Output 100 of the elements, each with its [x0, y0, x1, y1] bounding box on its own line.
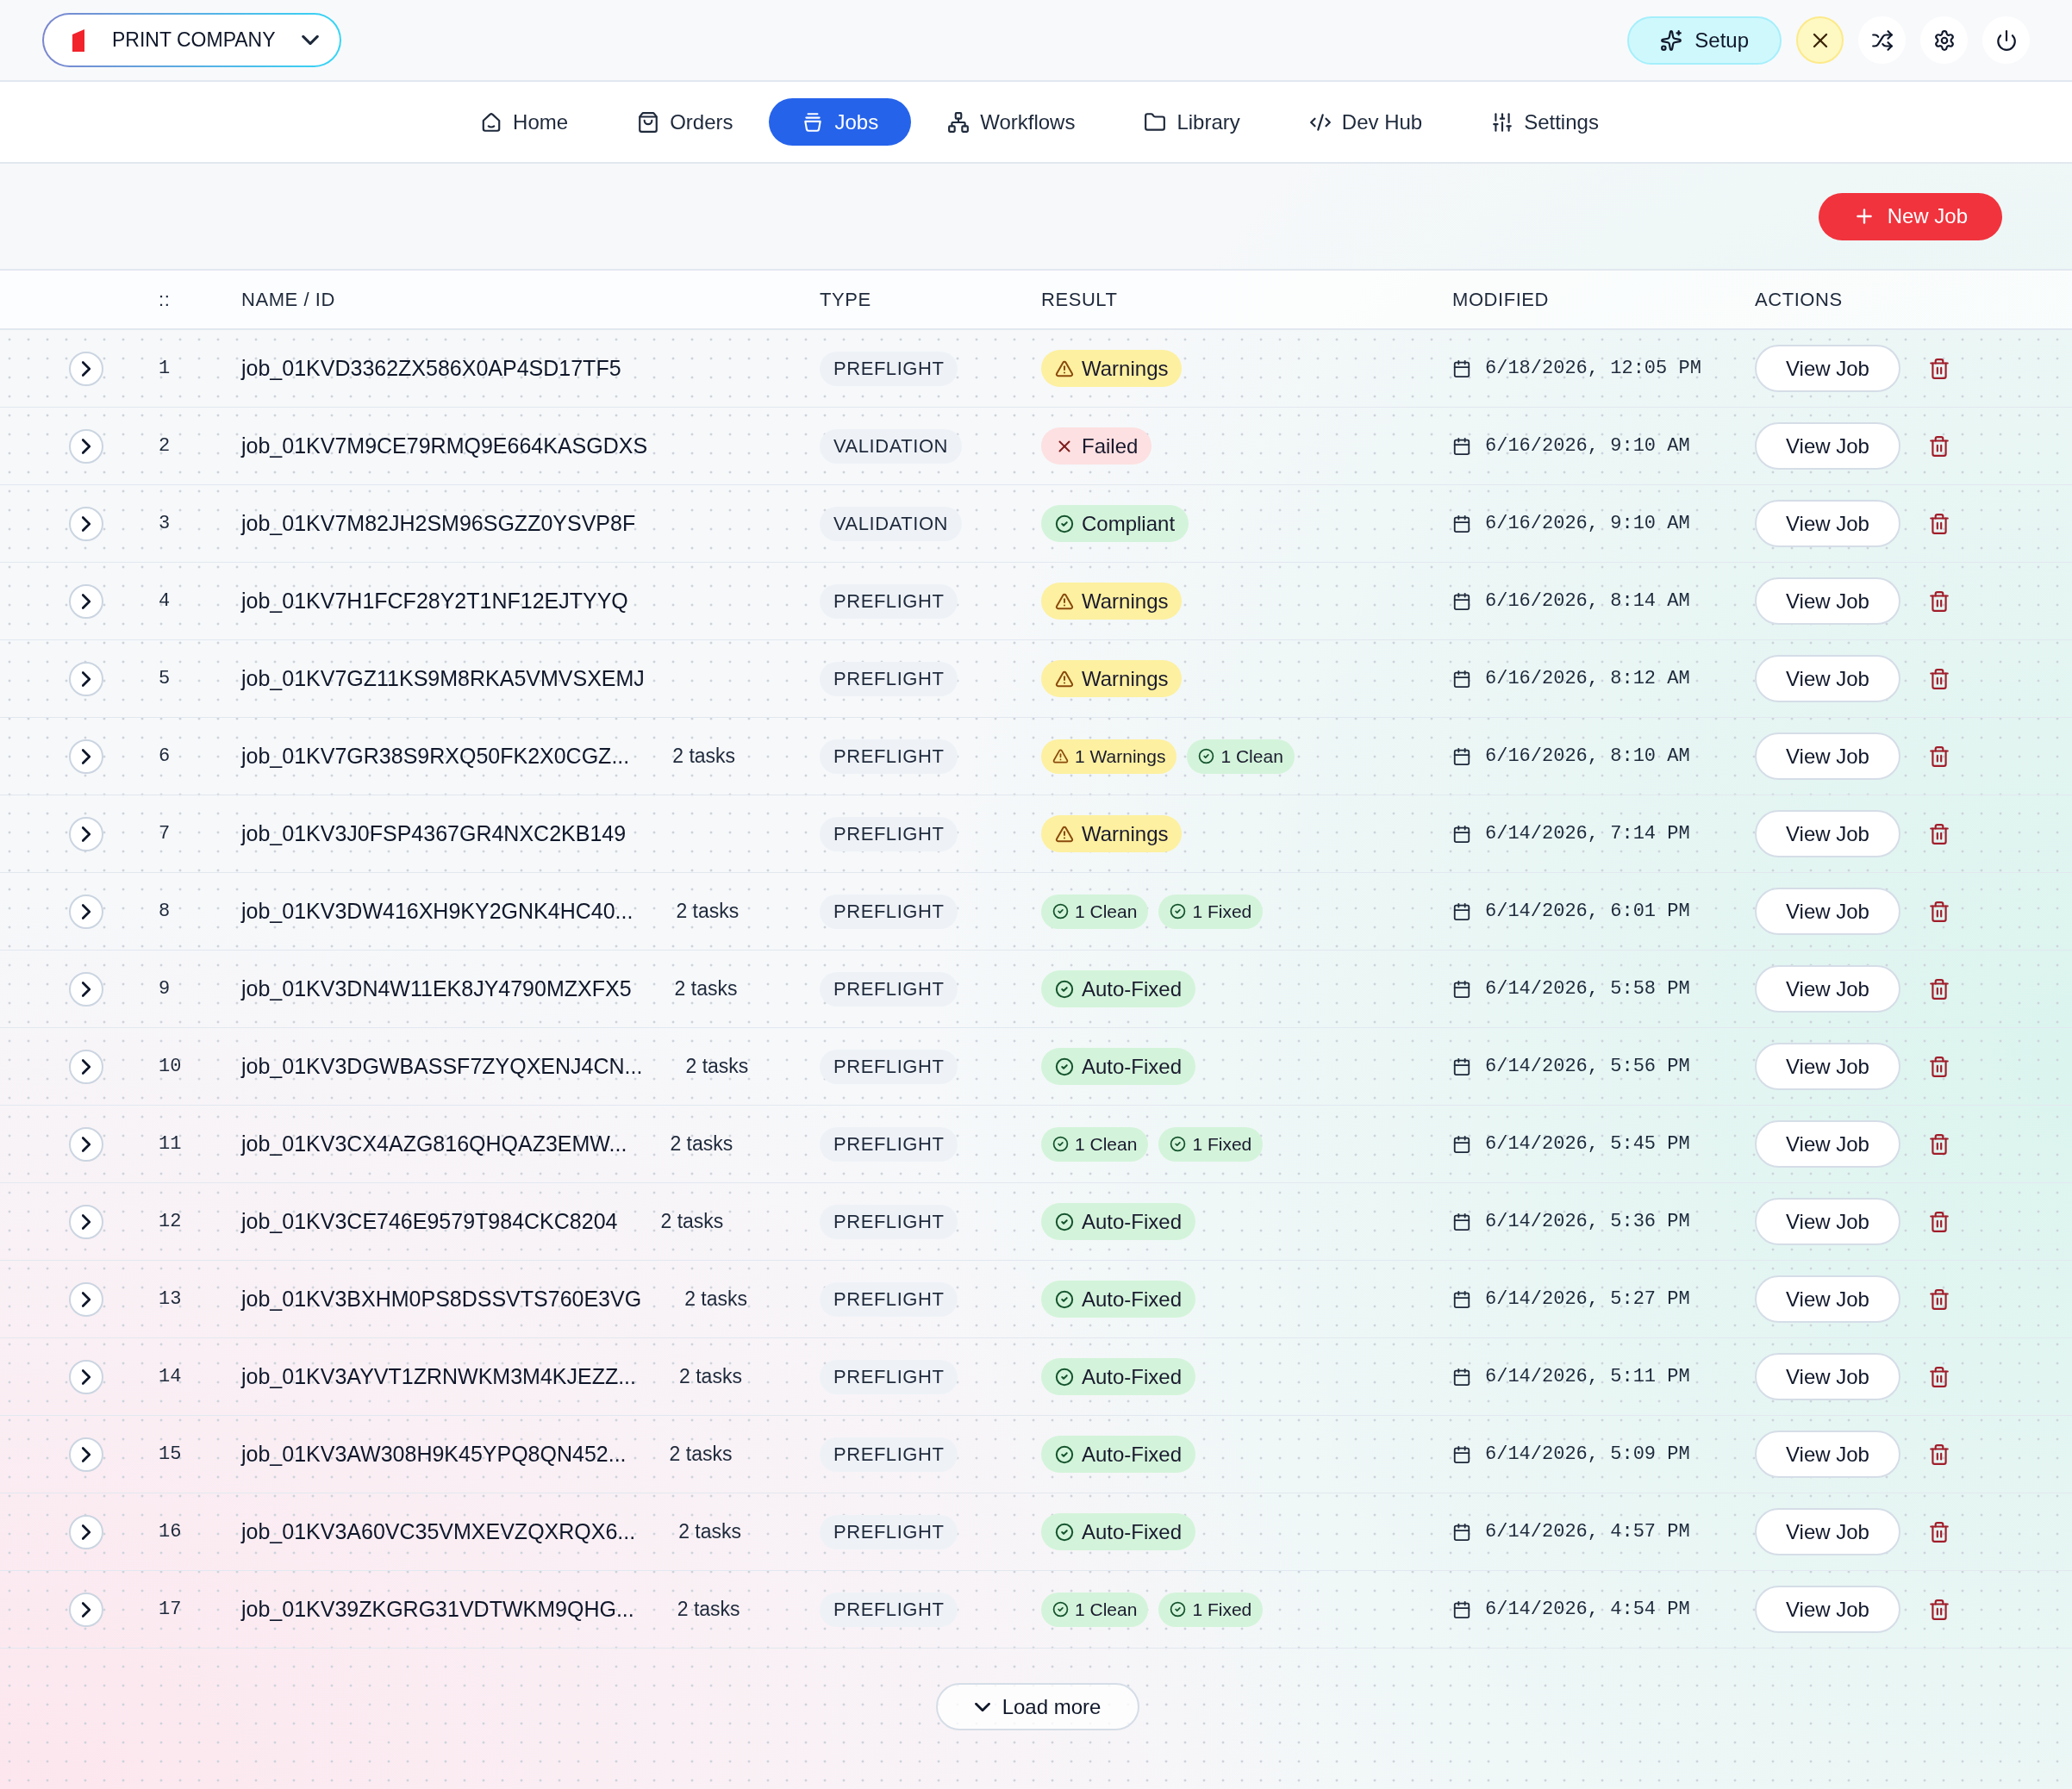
column-header: RESULT [1041, 289, 1118, 310]
chevron-right-icon [82, 438, 90, 454]
nav-tab[interactable]: Orders [604, 98, 766, 146]
expand-button[interactable] [69, 428, 103, 464]
check-circle-icon [1170, 1136, 1187, 1152]
modified-date: 6/14/2026, 5:56 PM [1485, 1055, 1690, 1079]
delete-button[interactable] [1928, 1055, 1950, 1078]
expand-button[interactable] [69, 1437, 103, 1472]
row-number: 15 [159, 1443, 182, 1465]
warning-icon [1055, 669, 1074, 689]
view-job-button[interactable]: View Job [1755, 422, 1900, 470]
trash-icon [1928, 822, 1950, 845]
view-job-button[interactable]: View Job [1755, 810, 1900, 857]
type-tag: PREFLIGHT [820, 816, 958, 851]
expand-button[interactable] [69, 1592, 103, 1627]
view-job-button[interactable]: View Job [1755, 577, 1900, 625]
view-job-button[interactable]: View Job [1755, 732, 1900, 780]
view-job-button[interactable]: View Job [1755, 1275, 1900, 1323]
calendar-icon [1452, 1367, 1471, 1387]
job-id: job_01KV7GR38S9RXQ50FK2X0CGZ... [241, 742, 630, 770]
check-circle-icon [1052, 903, 1069, 919]
nav-tab[interactable]: Library [1111, 98, 1273, 146]
view-job-button[interactable]: View Job [1755, 345, 1900, 392]
delete-button[interactable] [1928, 1210, 1950, 1233]
delete-button[interactable] [1928, 1287, 1950, 1311]
expand-button[interactable] [69, 1126, 103, 1162]
status-badge: Warnings [1041, 583, 1183, 620]
expand-button[interactable] [69, 583, 103, 619]
row-number: 8 [159, 901, 171, 922]
network-icon [947, 110, 970, 134]
task-count: 2 tasks [670, 1131, 733, 1157]
delete-button[interactable] [1928, 1132, 1950, 1156]
calendar-icon [1452, 669, 1471, 689]
view-job-button[interactable]: View Job [1755, 1198, 1900, 1245]
expand-button[interactable] [69, 1359, 103, 1394]
view-job-button[interactable]: View Job [1755, 1586, 1900, 1633]
check-circle-icon [1055, 514, 1074, 533]
expand-button[interactable] [69, 661, 103, 696]
view-job-button[interactable]: View Job [1755, 655, 1900, 702]
trash-icon [1928, 589, 1950, 613]
delete-button[interactable] [1928, 900, 1950, 923]
nav-tab[interactable]: Home [447, 98, 602, 146]
company-selector[interactable]: PRINT COMPANY [42, 13, 341, 67]
delete-button[interactable] [1928, 745, 1950, 768]
view-job-button[interactable]: View Job [1755, 1508, 1900, 1555]
view-job-button[interactable]: View Job [1755, 888, 1900, 935]
delete-button[interactable] [1928, 1520, 1950, 1543]
modified-date: 6/14/2026, 5:11 PM [1485, 1365, 1690, 1389]
setup-button[interactable]: Setup [1627, 16, 1782, 65]
view-job-button[interactable]: View Job [1755, 1431, 1900, 1478]
delete-button[interactable] [1928, 977, 1950, 1000]
column-header: NAME / ID [241, 289, 335, 310]
new-job-button[interactable]: New Job [1818, 192, 2002, 240]
delete-button[interactable] [1928, 589, 1950, 613]
view-job-button[interactable]: View Job [1755, 965, 1900, 1013]
expand-button[interactable] [69, 739, 103, 774]
modified-date: 6/14/2026, 5:36 PM [1485, 1210, 1690, 1234]
chevron-right-icon [82, 593, 90, 609]
type-tag: PREFLIGHT [820, 1204, 958, 1239]
delete-button[interactable] [1928, 434, 1950, 458]
view-job-button[interactable]: View Job [1755, 1120, 1900, 1168]
expand-button[interactable] [69, 1281, 103, 1317]
nav-tab[interactable]: Jobs [769, 98, 912, 146]
nav-tab[interactable]: Workflows [914, 98, 1108, 146]
view-job-button[interactable]: View Job [1755, 500, 1900, 547]
row-number: 12 [159, 1211, 182, 1232]
expand-button[interactable] [69, 894, 103, 929]
calendar-icon [1452, 514, 1471, 533]
modified-date: 6/14/2026, 5:58 PM [1485, 977, 1690, 1001]
expand-button[interactable] [69, 1514, 103, 1549]
expand-button[interactable] [69, 971, 103, 1007]
view-job-button[interactable]: View Job [1755, 1043, 1900, 1090]
status-badge: 1 Fixed [1158, 1126, 1264, 1162]
expand-button[interactable] [69, 506, 103, 541]
nav-tab[interactable]: Dev Hub [1276, 98, 1456, 146]
trash-icon [1928, 1365, 1950, 1388]
delete-button[interactable] [1928, 1598, 1950, 1621]
status-badge: Warnings [1041, 660, 1183, 697]
chevron-right-icon [82, 360, 90, 377]
expand-button[interactable] [69, 1204, 103, 1239]
delete-button[interactable] [1928, 1443, 1950, 1466]
type-tag: PREFLIGHT [820, 739, 958, 774]
close-button[interactable] [1796, 16, 1844, 64]
modified-date: 6/14/2026, 4:54 PM [1485, 1598, 1690, 1622]
calendar-icon [1452, 979, 1471, 999]
delete-button[interactable] [1928, 512, 1950, 535]
view-job-button[interactable]: View Job [1755, 1353, 1900, 1400]
delete-button[interactable] [1928, 667, 1950, 690]
delete-button[interactable] [1928, 357, 1950, 380]
expand-button[interactable] [69, 816, 103, 851]
delete-button[interactable] [1928, 1365, 1950, 1388]
chevron-right-icon [82, 903, 90, 919]
nav-tab[interactable]: Settings [1458, 98, 1632, 146]
calendar-icon [1452, 1134, 1471, 1154]
modified-date: 6/18/2026, 12:05 PM [1485, 357, 1701, 381]
load-more-button[interactable]: Load more [936, 1683, 1139, 1730]
shuffle-icon [1870, 28, 1894, 52]
delete-button[interactable] [1928, 822, 1950, 845]
expand-button[interactable] [69, 1049, 103, 1084]
expand-button[interactable] [69, 351, 103, 386]
